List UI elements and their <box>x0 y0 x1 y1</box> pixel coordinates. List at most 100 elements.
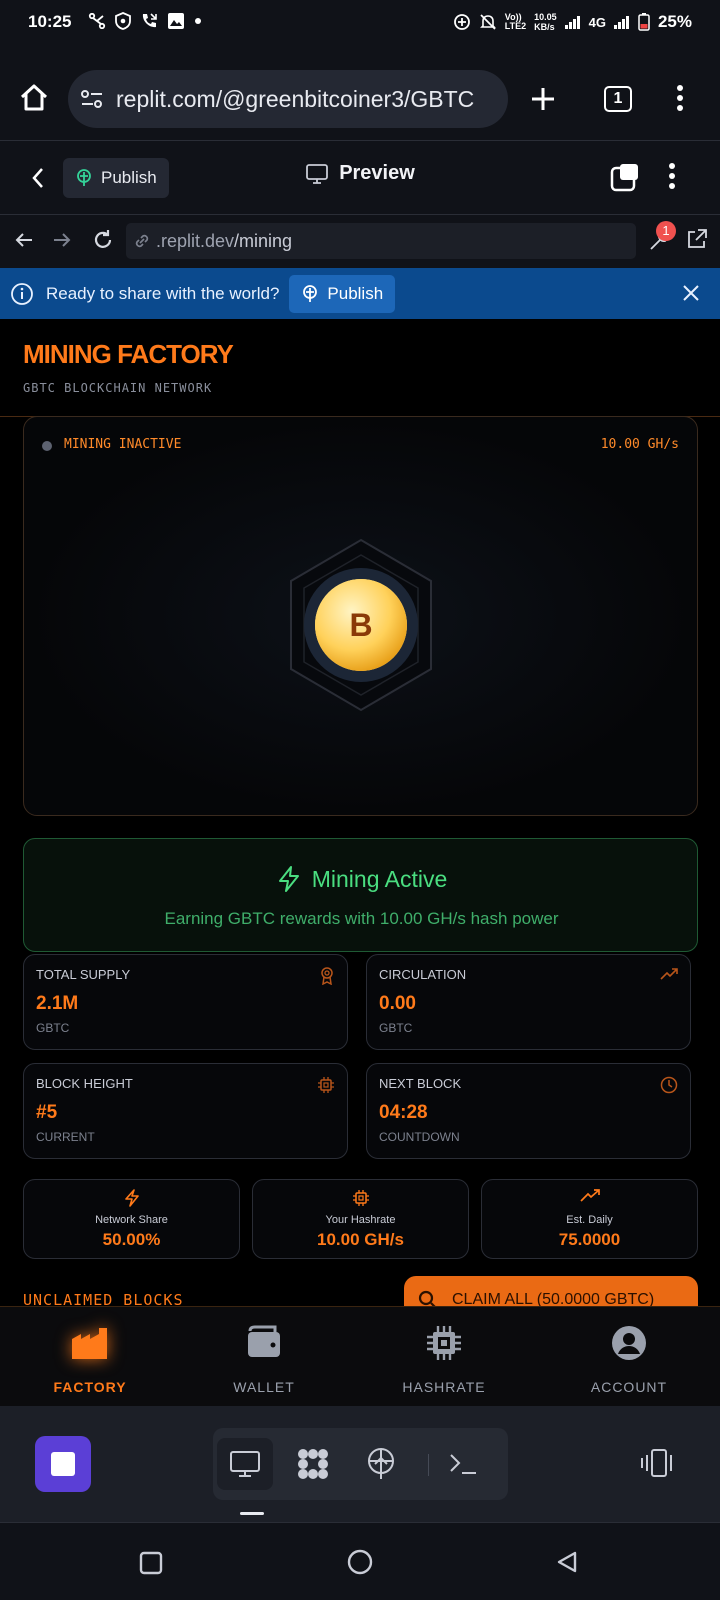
shield-icon <box>115 12 131 30</box>
data-saver-icon <box>453 13 471 31</box>
tool-preview-button[interactable] <box>217 1438 273 1490</box>
stat-unit: CURRENT <box>36 1130 95 1144</box>
mini-stat-label: Est. Daily <box>566 1214 613 1226</box>
network-speed-value: 10.05 <box>534 12 557 22</box>
mining-panel: MINING INACTIVE 10.00 GH/s B <box>23 416 698 816</box>
publish-icon <box>301 284 319 303</box>
open-external-icon[interactable] <box>686 228 708 250</box>
tool-separator <box>428 1454 429 1476</box>
mining-active-subtitle: Earning GBTC rewards with 10.00 GH/s has… <box>164 909 559 928</box>
stat-value: 0.00 <box>379 993 416 1014</box>
back-chevron-icon[interactable] <box>30 166 46 190</box>
app-bottom-nav: FACTORY WALLET HASHRATE ACCOUNT <box>0 1306 720 1406</box>
more-menu-icon[interactable] <box>676 84 684 112</box>
preview-back-icon[interactable] <box>14 230 34 250</box>
tool-publish-button[interactable] <box>353 1438 409 1490</box>
mini-stat-your-hashrate: Your Hashrate 10.00 GH/s <box>252 1179 469 1259</box>
nav-label: HASHRATE <box>402 1379 486 1395</box>
status-dot <box>42 441 52 451</box>
stat-card-next-block: NEXT BLOCK 04:28 COUNTDOWN <box>366 1063 691 1159</box>
info-icon <box>10 282 34 306</box>
mini-stat-label: Network Share <box>95 1214 168 1226</box>
cpu-icon <box>317 1076 335 1094</box>
search-icon <box>418 1290 438 1306</box>
mini-stat-value: 10.00 GH/s <box>317 1230 404 1249</box>
mining-coin[interactable]: B <box>286 537 436 713</box>
factory-icon <box>0 1325 180 1361</box>
stat-value: #5 <box>36 1102 58 1123</box>
bolt-icon <box>24 1189 239 1207</box>
monitor-icon <box>229 1449 261 1479</box>
coin-symbol: B <box>349 607 373 643</box>
trending-up-icon <box>660 967 678 981</box>
publish-banner: Ready to share with the world? Publish <box>0 268 720 319</box>
home-icon[interactable] <box>18 82 50 114</box>
stop-icon <box>51 1452 75 1476</box>
replit-more-icon[interactable] <box>668 162 676 190</box>
devtools-badge: 1 <box>656 221 676 241</box>
android-nav-bar <box>0 1522 720 1600</box>
close-icon[interactable] <box>682 284 700 302</box>
stat-label: BLOCK HEIGHT <box>36 1076 133 1091</box>
network-type: 4G <box>588 14 606 30</box>
network-speed: 10.05 KB/s <box>534 12 557 32</box>
mini-stat-value: 75.0000 <box>558 1230 621 1249</box>
back-triangle-icon[interactable] <box>555 1550 579 1574</box>
recents-icon[interactable] <box>139 1551 163 1575</box>
cpu-icon <box>354 1325 534 1361</box>
window-toggle-icon[interactable] <box>610 162 640 192</box>
mining-active-title: Mining Active <box>24 865 699 893</box>
tool-agent-button[interactable] <box>285 1438 341 1490</box>
status-bar: 10:25 Vo)) LTE2 10.05 KB/s 4G 25% <box>0 0 720 46</box>
volte-indicator: Vo)) LTE2 <box>505 13 526 31</box>
app-header: MINING FACTORY GBTC BLOCKCHAIN NETWORK <box>0 319 720 417</box>
stat-label: TOTAL SUPPLY <box>36 967 131 982</box>
banner-publish-button[interactable]: Publish <box>289 274 396 313</box>
home-circle-icon[interactable] <box>347 1549 373 1575</box>
nav-item-account[interactable]: ACCOUNT <box>539 1307 719 1407</box>
nav-item-hashrate[interactable]: HASHRATE <box>354 1307 534 1407</box>
stop-button[interactable] <box>35 1436 91 1492</box>
status-system-icons: Vo)) LTE2 10.05 KB/s 4G 25% <box>453 12 692 32</box>
nav-label: WALLET <box>233 1379 295 1395</box>
nav-item-factory[interactable]: FACTORY <box>0 1307 180 1407</box>
gallery-icon <box>167 12 185 30</box>
dot-icon <box>194 17 202 25</box>
browser-toolbar: replit.com/@greenbitcoiner3/GBTC 1 <box>0 46 720 141</box>
tab-switcher-button[interactable]: 1 <box>604 86 632 112</box>
mining-status: MINING INACTIVE <box>64 437 182 452</box>
mining-rate: 10.00 GH/s <box>600 437 679 452</box>
trending-up-icon <box>482 1189 697 1203</box>
tool-shell-button[interactable] <box>435 1438 491 1490</box>
nav-label: ACCOUNT <box>590 1379 668 1395</box>
publish-button[interactable]: Publish <box>63 158 169 198</box>
fork-icon <box>88 13 106 29</box>
preview-reload-icon[interactable] <box>92 229 114 251</box>
missed-call-icon <box>140 12 158 30</box>
layout-toggle-icon[interactable] <box>640 1448 674 1478</box>
battery-icon <box>638 13 650 31</box>
stat-card-block-height: BLOCK HEIGHT #5 CURRENT <box>23 1063 348 1159</box>
site-settings-icon[interactable] <box>80 88 104 110</box>
banner-publish-label: Publish <box>327 283 384 303</box>
preview-url-field[interactable]: .replit.dev /mining <box>126 223 636 259</box>
mute-icon <box>479 13 497 31</box>
nav-item-wallet[interactable]: WALLET <box>174 1307 354 1407</box>
stat-unit: GBTC <box>36 1021 70 1035</box>
claim-all-button[interactable]: CLAIM ALL (50.0000 GBTC) <box>404 1276 698 1306</box>
bolt-icon <box>276 865 302 893</box>
clock-icon <box>660 1076 678 1094</box>
preview-forward-icon[interactable] <box>52 230 72 250</box>
mining-active-label: Mining Active <box>311 865 448 892</box>
preview-toolbar: .replit.dev /mining <box>0 216 720 268</box>
url-text: replit.com/@greenbitcoiner3/GBTC <box>116 85 475 112</box>
app-subtitle: GBTC BLOCKCHAIN NETWORK <box>23 381 213 395</box>
address-bar[interactable]: replit.com/@greenbitcoiner3/GBTC <box>68 70 508 128</box>
mini-stat-est-daily: Est. Daily 75.0000 <box>481 1179 698 1259</box>
wallet-icon <box>174 1325 354 1359</box>
claim-all-label: CLAIM ALL (50.0000 GBTC) <box>452 1291 655 1306</box>
preview-url-path: /mining <box>234 230 293 251</box>
stat-label: NEXT BLOCK <box>379 1076 462 1091</box>
new-tab-icon[interactable] <box>530 86 556 112</box>
stat-label: CIRCULATION <box>379 967 467 982</box>
